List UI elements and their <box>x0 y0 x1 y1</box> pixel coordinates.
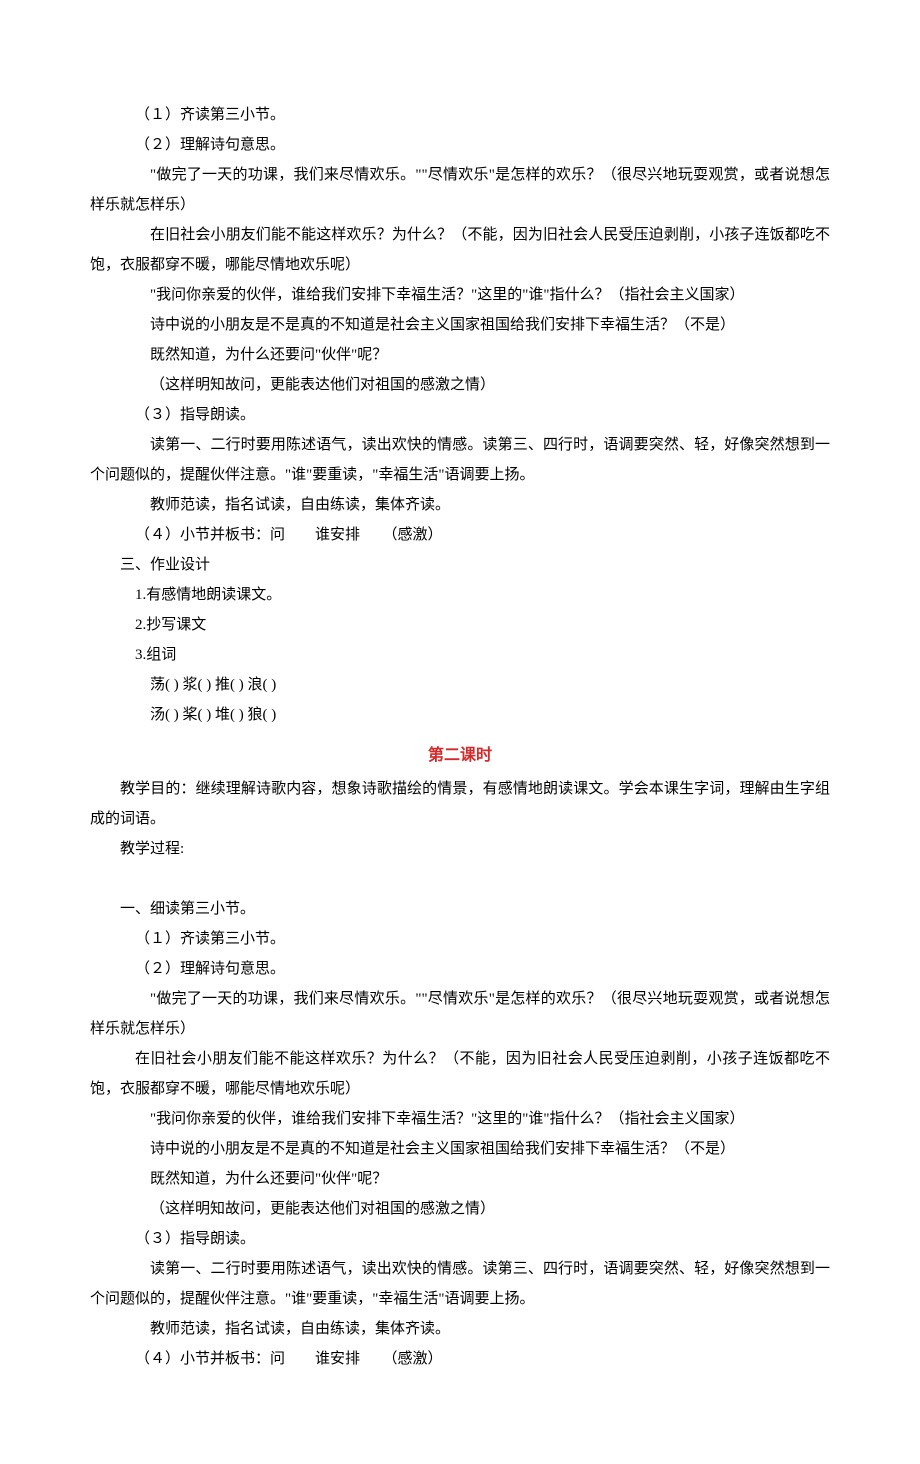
word-group-row-1: 荡( ) 浆( ) 推( ) 浪( ) <box>90 670 830 700</box>
step-3: （３）指导朗读。 <box>90 400 830 430</box>
b2-step-2: （２）理解诗句意思。 <box>90 954 830 984</box>
already-know-question: 既然知道，为什么还要问"伙伴"呢？ <box>90 340 830 370</box>
teaching-objective: 教学目的：继续理解诗歌内容，想象诗歌描绘的情景，有感情地朗读课文。学会本课生字词… <box>90 774 830 834</box>
step-2: （２）理解诗句意思。 <box>90 130 830 160</box>
teaching-process-label: 教学过程: <box>90 834 830 864</box>
rhetorical-answer: （这样明知故问，更能表达他们对祖国的感激之情） <box>90 370 830 400</box>
who-question: "我问你亲爱的伙伴，谁给我们安排下幸福生活？"这里的"谁"指什么？（指社会主义国… <box>90 280 830 310</box>
step-4-boardwork: （４）小节并板书：问 谁安排 （感激） <box>90 520 830 550</box>
b2-step-4-boardwork: （４）小节并板书：问 谁安排 （感激） <box>90 1344 830 1374</box>
b2-step-3: （３）指导朗读。 <box>90 1224 830 1254</box>
quote-joy: "做完了一天的功课，我们来尽情欢乐。""尽情欢乐"是怎样的欢乐？（很尽兴地玩耍观… <box>90 160 830 220</box>
b2-rhetorical-answer: （这样明知故问，更能表达他们对祖国的感激之情） <box>90 1194 830 1224</box>
poem-children-question: 诗中说的小朋友是不是真的不知道是社会主义国家祖国给我们安排下幸福生活？（不是） <box>90 310 830 340</box>
reading-guidance: 读第一、二行时要用陈述语气，读出欢快的情感。读第三、四行时，语调要突然、轻，好像… <box>90 430 830 490</box>
word-group-row-2: 汤( ) 桨( ) 堆( ) 狼( ) <box>90 700 830 730</box>
old-society-question: 在旧社会小朋友们能不能这样欢乐？为什么？（不能，因为旧社会人民受压迫剥削，小孩子… <box>90 220 830 280</box>
document-page: （１）齐读第三小节。 （２）理解诗句意思。 "做完了一天的功课，我们来尽情欢乐。… <box>0 0 920 1464</box>
b2-reading-guidance: 读第一、二行时要用陈述语气，读出欢快的情感。读第三、四行时，语调要突然、轻，好像… <box>90 1254 830 1314</box>
b2-who-question: "我问你亲爱的伙伴，谁给我们安排下幸福生活？"这里的"谁"指什么？（指社会主义国… <box>90 1104 830 1134</box>
teacher-model-read: 教师范读，指名试读，自由练读，集体齐读。 <box>90 490 830 520</box>
lesson-2-title: 第二课时 <box>90 740 830 772</box>
b2-teacher-model-read: 教师范读，指名试读，自由练读，集体齐读。 <box>90 1314 830 1344</box>
spacer <box>90 864 830 894</box>
homework-item-2: 2.抄写课文 <box>90 610 830 640</box>
step-1: （１）齐读第三小节。 <box>90 100 830 130</box>
b2-step-1: （１）齐读第三小节。 <box>90 924 830 954</box>
homework-item-3: 3.组词 <box>90 640 830 670</box>
homework-heading: 三、作业设计 <box>90 550 830 580</box>
b2-poem-children-question: 诗中说的小朋友是不是真的不知道是社会主义国家祖国给我们安排下幸福生活？（不是） <box>90 1134 830 1164</box>
b2-already-know-question: 既然知道，为什么还要问"伙伴"呢？ <box>90 1164 830 1194</box>
section-heading-detail-read: 一、细读第三小节。 <box>90 894 830 924</box>
b2-old-society-question: 在旧社会小朋友们能不能这样欢乐？为什么？（不能，因为旧社会人民受压迫剥削，小孩子… <box>90 1044 830 1104</box>
b2-quote-joy: "做完了一天的功课，我们来尽情欢乐。""尽情欢乐"是怎样的欢乐？（很尽兴地玩耍观… <box>90 984 830 1044</box>
homework-item-1: 1.有感情地朗读课文。 <box>90 580 830 610</box>
